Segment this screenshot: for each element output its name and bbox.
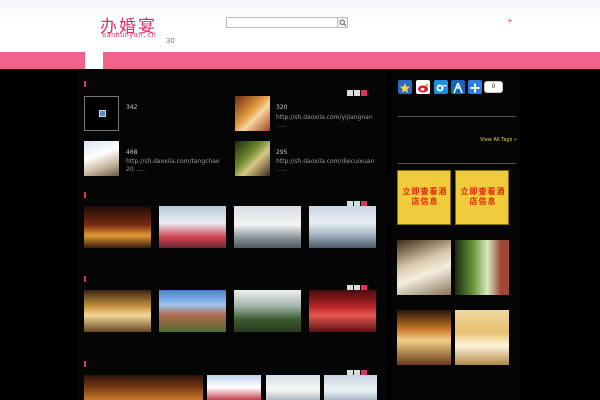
featured-count: 342 [126,104,138,111]
star-icon[interactable] [398,80,412,94]
photo-thumbnail[interactable] [84,375,203,400]
section-controls[interactable] [346,276,367,291]
featured-more[interactable]: ...... [276,166,287,173]
ad-text: 立即查看酒店信息 [402,187,448,206]
site-header: 办婚宴 banhunyan.cn 30 + [0,0,600,52]
search-input[interactable] [226,17,338,28]
featured-more[interactable]: ...... [276,122,287,129]
photo-thumbnail[interactable] [159,206,226,248]
hotel-photo[interactable] [397,310,451,365]
renren-icon[interactable] [451,80,465,94]
photo-thumbnail[interactable] [266,375,320,400]
section-controls[interactable] [346,81,367,96]
featured-thumbnail[interactable] [84,141,119,176]
share-count: 0 [484,81,503,93]
featured-count: 320 [276,104,288,111]
search-icon [339,19,347,27]
header-plus-link[interactable]: + [507,17,513,25]
photo-thumbnail[interactable] [234,206,301,248]
section-marker [84,192,86,198]
divider [398,163,516,164]
hotel-photo[interactable] [397,240,451,295]
featured-thumbnail[interactable] [84,96,119,131]
featured-url[interactable]: http://sh.daoxila.com/yijiangnan [276,114,373,121]
photo-thumbnail[interactable] [234,290,301,332]
photo-thumbnail[interactable] [309,290,376,332]
nav-home-tab[interactable] [85,52,103,69]
featured-url-continued[interactable]: 20...... [126,166,145,173]
section-marker [84,81,86,87]
page: 办婚宴 banhunyan.cn 30 + 342 320 http://sh.… [0,0,600,400]
header-count: 30 [166,37,175,45]
section-controls[interactable] [346,361,367,376]
photo-thumbnail[interactable] [309,206,376,248]
ad-text: 立即查看酒店信息 [460,187,506,206]
section-marker [84,276,86,282]
hotel-photo[interactable] [455,310,509,365]
photo-thumbnail[interactable] [207,375,261,400]
qq-icon[interactable] [434,80,448,94]
image-placeholder-icon [99,110,106,117]
search-button[interactable] [337,17,348,28]
hotel-info-ad[interactable]: 立即查看酒店信息 [455,170,509,225]
featured-url[interactable]: http://sh.daoxila.com/diecuixuan [276,158,374,165]
plus-share-icon[interactable] [468,80,482,94]
section-controls[interactable] [346,192,367,207]
photo-thumbnail[interactable] [84,290,151,332]
weibo-icon[interactable] [416,80,430,94]
featured-thumbnail[interactable] [235,96,270,131]
featured-count: 295 [276,149,288,156]
featured-thumbnail[interactable] [235,141,270,176]
photo-thumbnail[interactable] [324,375,377,400]
hotel-photo[interactable] [455,240,509,295]
view-all-tags-link[interactable]: View All Tags » [480,137,517,143]
featured-url[interactable]: http://sh.daoxila.com/tangchao [126,158,220,165]
hotel-info-ad[interactable]: 立即查看酒店信息 [397,170,451,225]
section-marker [84,361,86,367]
photo-thumbnail[interactable] [159,290,226,332]
featured-count: 468 [126,149,138,156]
photo-thumbnail[interactable] [84,206,151,248]
logo-domain-text: banhunyan.cn [102,31,157,39]
site-logo[interactable]: 办婚宴 banhunyan.cn [100,12,166,40]
divider [398,116,516,117]
